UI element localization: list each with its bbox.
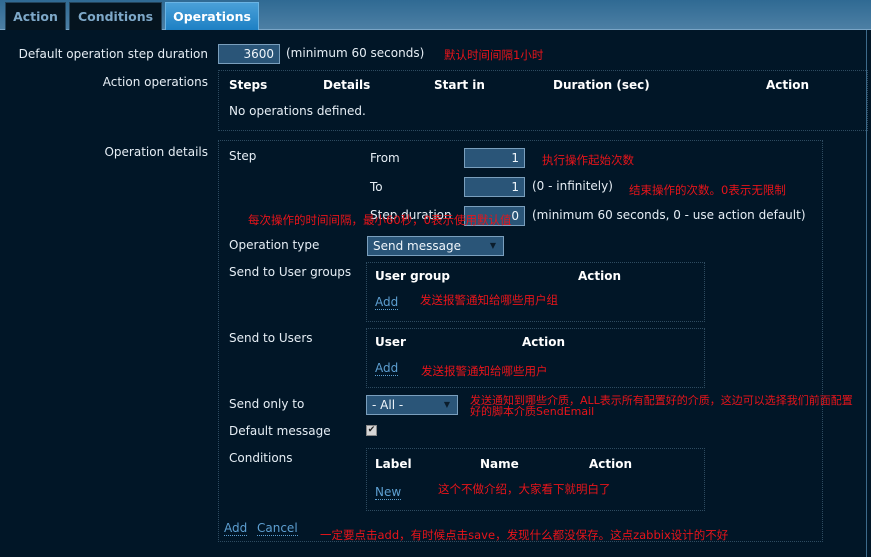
step-from-input[interactable]: 1 [464,148,525,168]
send-only-to-select[interactable]: - All - ▼ [366,395,458,415]
col-action: Action [766,78,810,92]
default-message-label: Default message [229,424,331,438]
col-condition-action: Action [589,457,633,471]
default-step-input[interactable]: 3600 [218,44,280,64]
users-label: Send to Users [229,331,313,345]
col-details: Details [323,78,371,92]
col-duration: Duration (sec) [553,78,650,92]
col-user-action: Action [522,335,566,349]
chevron-down-icon: ▼ [489,241,496,250]
action-operations-label: Action operations [102,75,208,89]
cancel-operation-link[interactable]: Cancel [257,521,298,536]
step-duration-hint: (minimum 60 seconds, 0 - use action defa… [532,208,806,222]
add-user-link[interactable]: Add [375,361,399,376]
send-only-to-value: - All - [372,398,404,412]
step-from-label: From [370,151,400,165]
step-to-label: To [370,180,383,194]
chevron-down-icon: ▼ [443,400,450,409]
annotation-step-to: 结束操作的次数。0表示无限制 [629,183,786,197]
operation-type-label: Operation type [229,238,320,252]
operation-details-label: Operation details [104,145,208,159]
annotation-step-duration: 每次操作的时间间隔，最小60秒，0表示使用默认值 [248,213,512,227]
col-user-group: User group [375,269,451,283]
col-steps: Steps [229,78,268,92]
annotation-conditions: 这个不做介绍，大家看下就明白了 [438,482,611,496]
add-user-group-link[interactable]: Add [375,295,399,310]
add-operation-link[interactable]: Add [224,521,248,536]
annotation-footer: 一定要点击add，有时候点击save，发现什么都没保存。这点zabbix设计的不… [320,528,729,542]
annotation-default-step: 默认时间间隔1小时 [444,48,544,62]
step-label: Step [229,149,257,163]
step-to-hint: (0 - infinitely) [532,179,613,193]
annotation-users: 发送报警通知给哪些用户 [421,364,548,378]
default-message-checkbox[interactable]: ✔ [366,425,377,436]
send-only-to-label: Send only to [229,397,305,411]
conditions-label: Conditions [229,451,293,465]
default-step-hint: (minimum 60 seconds) [286,46,425,60]
annotation-send-only-to-line2: 好的脚本介质SendEmail [470,405,595,418]
tab-conditions[interactable]: Conditions [69,2,162,30]
user-groups-label: Send to User groups [229,265,352,279]
tab-action[interactable]: Action [5,2,66,30]
tab-operations[interactable]: Operations [165,2,259,30]
col-user-group-action: Action [578,269,622,283]
col-user: User [375,335,406,349]
col-name: Name [480,457,519,471]
annotation-user-groups: 发送报警通知给哪些用户组 [420,293,558,307]
new-condition-link[interactable]: New [375,485,402,500]
empty-operations-text: No operations defined. [229,104,366,118]
conditions-table [366,448,705,511]
operation-type-select[interactable]: Send message ▼ [367,236,504,256]
annotation-step-from: 执行操作起始次数 [542,153,634,167]
default-step-label: Default operation step duration [18,47,208,61]
operation-type-value: Send message [373,239,461,253]
col-start-in: Start in [434,78,485,92]
col-label: Label [375,457,412,471]
step-to-input[interactable]: 1 [464,177,525,197]
